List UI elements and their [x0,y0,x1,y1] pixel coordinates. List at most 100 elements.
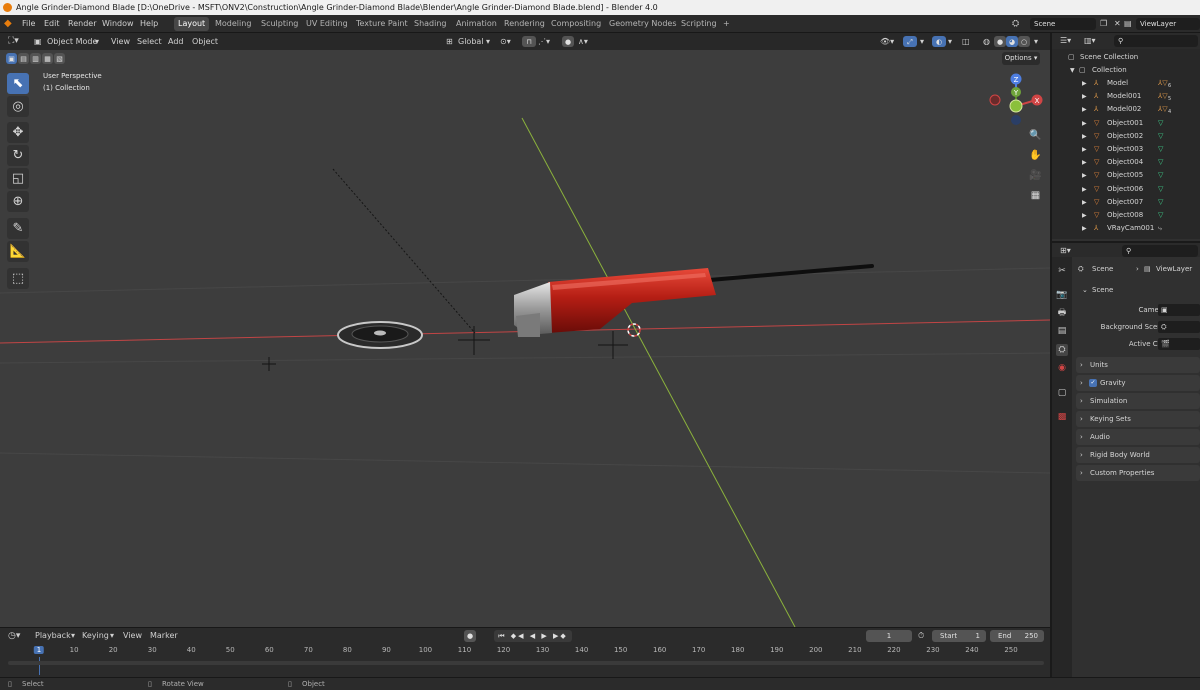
scene-selector[interactable]: Scene [1030,18,1096,30]
tab-uv-editing[interactable]: UV Editing [302,17,352,31]
scene-new-icon[interactable]: ❐ [1100,15,1107,33]
expand-right-icon[interactable]: ▶ [1082,169,1087,182]
tab-animation[interactable]: Animation [452,17,501,31]
shading-solid-icon[interactable]: ● [994,36,1006,47]
frame-start-field[interactable]: Start 1 [932,630,986,642]
menu-window[interactable]: Window [102,15,134,33]
editor-type-icon[interactable]: ⛶▾ [8,33,19,50]
outliner-item[interactable]: ▶ ⅄ Model ⅄▽ 6 [1052,77,1200,90]
overlay-toggle-icon[interactable]: ◐ [932,36,946,47]
angle-grinder-model[interactable] [514,264,874,337]
snap-toggle-icon[interactable]: ⊓ [522,36,536,47]
tab-compositing[interactable]: Compositing [547,17,605,31]
outliner-panel[interactable]: ▢ Scene Collection ▼ ▢ Collection ▶ ⅄ Mode… [1052,49,1200,239]
scene-tab-icon[interactable]: ⛭ [1056,344,1068,356]
playback-controls[interactable]: ⏮ ◆◀ ◀ ▶ ▶◆ ⏭ [494,630,572,652]
expand-right-icon[interactable]: ▶ [1082,117,1087,130]
outliner-item[interactable]: ▶ ⅄ Model001 ⅄▽ 5 [1052,90,1200,103]
tool-tab-icon[interactable]: ✂ [1056,265,1068,277]
viewport-menu-select[interactable]: Select [137,33,162,50]
frame-end-field[interactable]: End 250 [990,630,1044,642]
timeline-menu-marker[interactable]: Marker [150,628,178,644]
panel-custom-properties[interactable]: › Custom Properties [1076,465,1200,481]
tab-geometry-nodes[interactable]: Geometry Nodes [605,17,680,31]
outliner-item[interactable]: ▶ ▽ Object007 ▽ [1052,196,1200,209]
tab-texture-paint[interactable]: Texture Paint [352,17,412,31]
cursor-tool[interactable]: ◎ [7,96,29,117]
pivot-point-icon[interactable]: ⊙▾ [500,33,511,50]
scene-icon[interactable]: ⛭ [1012,15,1019,33]
texture-tab-icon[interactable]: ▩ [1056,411,1068,423]
outliner-item[interactable]: ▶ ⅄ VRayCam001 ⤷ [1052,222,1200,235]
tab-sculpting[interactable]: Sculpting [257,17,302,31]
expand-right-icon[interactable]: ▶ [1082,209,1087,222]
select-mode-extend-icon[interactable]: ▤ [18,53,29,64]
tab-layout[interactable]: Layout [174,17,210,31]
outliner-item[interactable]: ▶ ▽ Object004 ▽ [1052,156,1200,169]
background-scene-field[interactable]: ⛭ [1158,321,1200,333]
select-mode-intersect-icon[interactable]: ▧ [54,53,65,64]
shading-rendered-icon[interactable]: ○ [1018,36,1030,47]
outliner-item[interactable]: ▶ ▽ Object002 ▽ [1052,130,1200,143]
diamond-blade-model[interactable] [337,321,423,349]
active-clip-field[interactable]: 🎬 [1158,338,1200,350]
mode-selector[interactable]: Object Mode [47,33,97,50]
select-mode-set-icon[interactable]: ▣ [6,53,17,64]
transform-orientation-selector[interactable]: Global [458,33,484,50]
collection-row[interactable]: ▼ ▢ Collection [1052,64,1200,77]
outliner-search-input[interactable]: ⚲ [1114,35,1198,47]
shading-material-icon[interactable]: ◕ [1006,36,1018,47]
xray-toggle-icon[interactable]: ◫ [962,33,970,50]
panel-keying-sets[interactable]: › Keying Sets [1076,411,1200,427]
outliner-item[interactable]: ▶ ▽ Object006 ▽ [1052,183,1200,196]
3d-viewport[interactable]: Z Y X User Perspective (1) Collection ⬉ … [0,33,1050,627]
panel-audio[interactable]: › Audio [1076,429,1200,445]
viewport-menu-object[interactable]: Object [192,33,218,50]
expand-down-icon[interactable]: ▼ [1070,64,1075,77]
timeline-track[interactable]: 1 10 20 30 40 50 60 70 80 90 100 110 120 130 140 150 160… [0,643,1050,677]
transform-tool[interactable]: ⊕ [7,191,29,212]
stopwatch-icon[interactable]: ⏱ [918,628,924,644]
expand-right-icon[interactable]: ▶ [1082,130,1087,143]
expand-right-icon[interactable]: ▶ [1082,103,1087,116]
zoom-view-button[interactable]: 🔍 [1028,128,1043,143]
tab-rendering[interactable]: Rendering [500,17,549,31]
expand-right-icon[interactable]: ▶ [1082,143,1087,156]
panel-gravity[interactable]: › ✓ Gravity [1076,375,1200,391]
timeline-menu-keying[interactable]: Keying [82,628,109,644]
select-box-tool[interactable]: ⬉ [7,73,29,94]
annotate-tool[interactable]: ✎ [7,218,29,239]
proportional-edit-icon[interactable]: ● [562,36,574,47]
menu-help[interactable]: Help [140,15,158,33]
outliner-item[interactable]: ▶ ▽ Object008 ▽ [1052,209,1200,222]
camera-field[interactable]: ▣ [1158,304,1200,316]
playhead[interactable]: 1 [33,646,45,654]
world-tab-icon[interactable]: ◉ [1056,362,1068,374]
viewport-menu-view[interactable]: View [111,33,130,50]
blender-menu-icon[interactable]: ◆ [4,15,12,33]
add-cube-tool[interactable]: ⬚ [7,268,29,289]
menu-render[interactable]: Render [68,15,96,33]
current-frame-field[interactable]: 1 [866,630,912,642]
panel-units[interactable]: › Units [1076,357,1200,373]
viewport-options-button[interactable]: Options ▾ [1002,52,1040,65]
rotate-tool[interactable]: ↻ [7,145,29,166]
expand-right-icon[interactable]: ▶ [1082,222,1087,235]
output-tab-icon[interactable]: 🖶 [1056,307,1068,319]
outliner-item[interactable]: ▶ ▽ Object005 ▽ [1052,169,1200,182]
record-keyframe-icon[interactable]: ● [464,630,476,642]
snap-settings-icon[interactable]: ⋰▾ [538,33,550,50]
tab-modeling[interactable]: Modeling [211,17,255,31]
overlay-settings-icon[interactable]: ▾ [948,33,952,50]
scale-tool[interactable]: ◱ [7,168,29,189]
scene-panel-header[interactable]: ⌄ Scene [1078,282,1200,298]
outliner-item[interactable]: ▶ ▽ Object003 ▽ [1052,143,1200,156]
camera-view-button[interactable]: 🎥 [1028,168,1043,183]
shading-settings-icon[interactable]: ▾ [1034,33,1038,50]
view-layer-icon[interactable]: ▤ [1124,15,1132,33]
expand-right-icon[interactable]: ▶ [1082,196,1087,209]
outliner-item[interactable]: ▶ ▽ Object001 ▽ [1052,117,1200,130]
expand-right-icon[interactable]: ▶ [1082,77,1087,90]
outliner-item[interactable]: ▶ ⅄ Model002 ⅄▽ 4 [1052,103,1200,116]
add-workspace-button[interactable]: + [719,17,734,31]
